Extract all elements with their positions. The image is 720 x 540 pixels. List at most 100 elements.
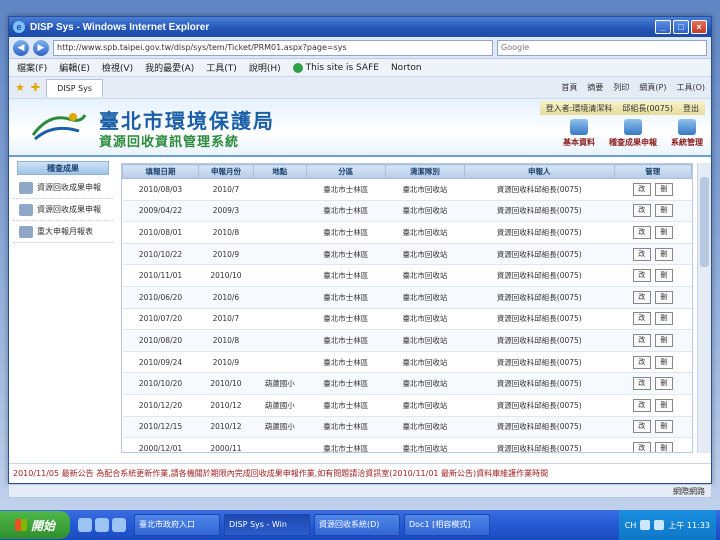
delete-button[interactable]: 刪 <box>654 377 673 391</box>
tray-network-icon[interactable] <box>640 520 651 530</box>
page-tool[interactable]: 網頁(P) <box>639 82 666 93</box>
menu-view[interactable]: 檢視(V) <box>102 61 133 74</box>
delete-button[interactable]: 刪 <box>654 269 673 283</box>
sidebar-item-monthly-report[interactable]: 重大申報月報表 <box>13 221 113 243</box>
cell-actions: 改刪 <box>614 416 692 439</box>
delete-button[interactable]: 刪 <box>654 355 673 369</box>
cell-team: 臺北市回收站 <box>385 394 465 417</box>
edit-button[interactable]: 改 <box>632 225 651 239</box>
start-label: 開始 <box>30 518 55 533</box>
cell-reporter: 資源回收科邱組長(0075) <box>464 221 615 244</box>
maximize-button[interactable]: □ <box>673 20 689 34</box>
delete-button[interactable]: 刪 <box>654 182 673 196</box>
cell-report-month: 2010/9 <box>198 351 254 374</box>
back-button[interactable]: ◀ <box>13 39 29 56</box>
cell-actions: 改刪 <box>614 264 692 287</box>
sidebar-item-recycling-report[interactable]: 資源回收成果申報 <box>13 177 113 199</box>
edit-button[interactable]: 改 <box>632 204 651 218</box>
print-tool[interactable]: 列印 <box>613 82 629 93</box>
url-field[interactable]: http://www.spb.taipei.gov.tw/disp/sys/te… <box>53 39 493 56</box>
menu-tools[interactable]: 工具(T) <box>206 61 237 74</box>
edit-button[interactable]: 改 <box>632 377 651 391</box>
quick-launch-media-icon[interactable] <box>112 518 126 532</box>
col-district[interactable]: 分區 <box>305 164 386 179</box>
delete-button[interactable]: 刪 <box>654 247 673 261</box>
edit-button[interactable]: 改 <box>632 333 651 347</box>
cell-reporter: 資源回收科邱組長(0075) <box>464 243 615 266</box>
start-button[interactable]: 開始 <box>0 511 70 539</box>
task-button-doc[interactable]: Doc1 [相容模式] <box>404 514 490 536</box>
tools-tool[interactable]: 工具(O) <box>676 82 705 93</box>
tray-volume-icon[interactable] <box>654 520 665 530</box>
edit-button[interactable]: 改 <box>632 182 651 196</box>
edit-button[interactable]: 改 <box>632 269 651 283</box>
cell-district: 臺北市士林區 <box>306 308 386 331</box>
cell-district: 臺北市士林區 <box>306 221 386 244</box>
cell-reporter: 資源回收科邱組長(0075) <box>464 351 615 374</box>
col-team[interactable]: 清潔隊別 <box>384 164 466 179</box>
taskbar: 開始 臺北市政府入口 DISP Sys - Win 資源回收系統(D) Doc1… <box>0 510 720 540</box>
quick-launch-ie-icon[interactable] <box>78 518 92 532</box>
col-report-month[interactable]: 申報月份 <box>198 164 254 179</box>
scrollbar-thumb[interactable] <box>700 177 709 267</box>
nav-system-admin[interactable]: 系統管理 <box>671 119 703 148</box>
edit-button[interactable]: 改 <box>632 355 651 369</box>
delete-button[interactable]: 刪 <box>654 204 673 218</box>
browser-tab[interactable]: DISP Sys <box>46 78 104 97</box>
delete-button[interactable]: 刪 <box>654 441 673 452</box>
search-input[interactable]: Google <box>497 39 707 56</box>
cell-actions: 改刪 <box>614 286 692 309</box>
task-button-portal[interactable]: 臺北市政府入口 <box>134 514 220 536</box>
settings-icon <box>678 119 696 135</box>
add-favorite-icon[interactable]: ✚ <box>31 81 40 94</box>
edit-button[interactable]: 改 <box>632 312 651 326</box>
quick-launch-desktop-icon[interactable] <box>95 518 109 532</box>
feeds-tool[interactable]: 摘要 <box>587 82 603 93</box>
cell-reporter: 資源回收科邱組長(0075) <box>464 372 615 395</box>
edit-button[interactable]: 改 <box>632 290 651 304</box>
delete-button[interactable]: 刪 <box>654 290 673 304</box>
edit-button[interactable]: 改 <box>632 441 651 452</box>
delete-button[interactable]: 刪 <box>654 225 673 239</box>
menu-help[interactable]: 說明(H) <box>249 61 281 74</box>
cell-actions: 改刪 <box>614 221 692 244</box>
delete-button[interactable]: 刪 <box>654 420 673 434</box>
delete-button[interactable]: 刪 <box>654 398 673 412</box>
close-button[interactable]: × <box>691 20 707 34</box>
login-user: 登入者:環境清潔科 <box>545 103 613 113</box>
safe-indicator[interactable]: This site is SAFE <box>292 62 379 73</box>
delete-button[interactable]: 刪 <box>654 312 673 326</box>
delete-button[interactable]: 刪 <box>654 333 673 347</box>
task-button-disp[interactable]: DISP Sys - Win <box>224 514 310 536</box>
safe-text: This site is SAFE <box>305 62 379 73</box>
favorites-star-icon[interactable]: ★ <box>15 81 25 94</box>
report-table-container: 填報日期 申報月份 地點 分區 清潔隊別 申報人 管理 2010/08/03 20… <box>121 163 693 453</box>
menu-file[interactable]: 檔案(F) <box>17 61 47 74</box>
col-location[interactable]: 地點 <box>252 164 307 179</box>
col-reporter[interactable]: 申報人 <box>464 164 615 179</box>
edit-button[interactable]: 改 <box>632 420 651 434</box>
minimize-button[interactable]: _ <box>655 20 671 34</box>
cell-team: 臺北市回收站 <box>385 178 465 201</box>
language-indicator[interactable]: CH <box>625 521 637 530</box>
sidebar-item-recycling-report-2[interactable]: 資源回收成果申報 <box>13 199 113 221</box>
col-fill-date[interactable]: 填報日期 <box>122 164 200 179</box>
menu-edit[interactable]: 編輯(E) <box>59 61 90 74</box>
logout-link[interactable]: 登出 <box>683 103 699 114</box>
cell-location <box>253 264 307 287</box>
table-body: 2010/08/03 2010/7 臺北市士林區 臺北市回收站 資源回收科邱組長(007… <box>122 178 692 452</box>
nav-basic-data[interactable]: 基本資料 <box>563 119 595 148</box>
cell-report-month: 2010/10 <box>198 372 254 395</box>
task-button-recycling[interactable]: 資源回收系統(D) <box>314 514 400 536</box>
table-scrollbar[interactable] <box>697 163 711 453</box>
forward-button[interactable]: ▶ <box>33 39 49 56</box>
norton-label[interactable]: Norton <box>391 63 422 73</box>
menu-favorites[interactable]: 我的最愛(A) <box>145 61 194 74</box>
cell-fill-date: 2000/12/01 <box>122 437 199 452</box>
home-tool[interactable]: 首頁 <box>561 82 577 93</box>
edit-button[interactable]: 改 <box>632 398 651 412</box>
table-row: 2000/12/01 2000/11 臺北市士林區 臺北市回收站 資源回收科邱組長(00… <box>122 437 692 452</box>
search-doc-icon <box>19 181 33 194</box>
edit-button[interactable]: 改 <box>632 247 651 261</box>
nav-inspection-report[interactable]: 稽查成果申報 <box>609 119 657 148</box>
